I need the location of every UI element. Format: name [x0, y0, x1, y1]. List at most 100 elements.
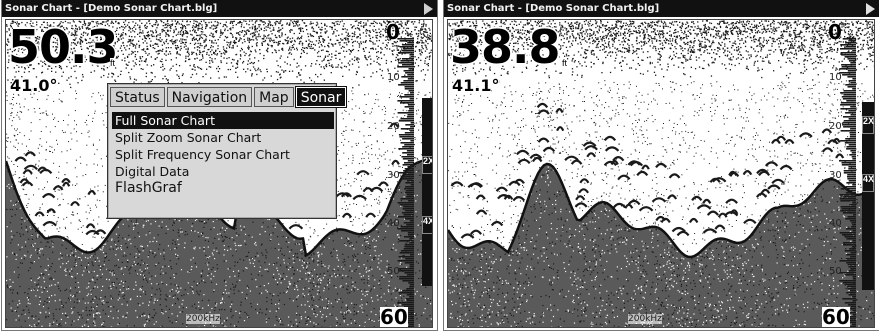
surface-clutter [310, 21, 312, 23]
bottom-speckle [254, 259, 256, 261]
surface-clutter [120, 45, 122, 47]
title-bar[interactable]: Sonar Chart - [Demo Sonar Chart.blg] [2, 0, 437, 17]
surface-clutter [212, 33, 214, 35]
surface-clutter [223, 76, 225, 78]
bottom-speckle [343, 243, 346, 245]
bottom-speckle [296, 296, 298, 298]
bottom-speckle [351, 244, 353, 246]
surface-clutter [195, 52, 197, 55]
bottom-speckle [333, 285, 335, 287]
bottom-speckle [102, 246, 104, 248]
surface-clutter [251, 26, 253, 28]
bottom-speckle [350, 242, 352, 244]
sonar-display[interactable]: 50.3 ft 41.0° 0 10 20 30 40 50 60 200kHz… [5, 19, 433, 328]
surface-clutter [285, 70, 287, 72]
surface-clutter [364, 24, 366, 26]
surface-clutter [262, 40, 264, 43]
bottom-speckle [403, 196, 405, 198]
bottom-speckle [336, 327, 337, 328]
surface-clutter [236, 66, 239, 68]
bottom-speckle [100, 267, 102, 269]
bottom-speckle [417, 224, 419, 226]
surface-clutter [293, 32, 295, 35]
bottom-speckle [102, 303, 104, 305]
bottom-speckle [341, 266, 343, 268]
surface-clutter [117, 55, 119, 57]
surface-clutter [245, 71, 247, 73]
surface-clutter [163, 68, 166, 70]
bottom-speckle [29, 267, 31, 269]
surface-clutter [192, 68, 194, 70]
bottom-speckle [171, 322, 173, 324]
surface-clutter [205, 35, 208, 38]
bottom-speckle [176, 284, 178, 286]
bottom-speckle [62, 312, 64, 315]
surface-clutter [266, 37, 268, 39]
surface-clutter [298, 72, 300, 74]
bottom-speckle [308, 274, 310, 276]
surface-clutter [424, 30, 426, 33]
surface-clutter [373, 30, 375, 32]
bottom-speckle [357, 310, 359, 313]
bottom-speckle [326, 284, 328, 286]
surface-clutter [197, 27, 199, 29]
bottom-speckle [287, 237, 289, 239]
bottom-speckle [45, 245, 47, 247]
surface-clutter [347, 32, 349, 34]
surface-clutter [424, 35, 426, 37]
surface-clutter [286, 23, 288, 25]
bottom-speckle [398, 238, 400, 240]
surface-clutter [428, 58, 431, 60]
bottom-speckle [244, 233, 247, 235]
surface-clutter [300, 40, 302, 42]
bottom-speckle [309, 278, 311, 280]
bottom-speckle [258, 260, 260, 262]
bottom-speckle [352, 281, 354, 283]
surface-clutter [201, 28, 203, 30]
surface-clutter [235, 71, 237, 73]
bottom-speckle [34, 281, 36, 283]
bottom-speckle [364, 321, 366, 323]
bottom-speckle [31, 326, 33, 327]
surface-clutter [217, 70, 219, 73]
water-noise [66, 162, 68, 164]
bottom-speckle [18, 315, 20, 317]
bottom-speckle [89, 256, 91, 258]
bottom-speckle [189, 271, 191, 273]
surface-clutter [120, 34, 122, 37]
surface-clutter [430, 51, 432, 54]
bottom-speckle [301, 248, 303, 250]
surface-clutter [160, 50, 162, 52]
surface-clutter [111, 76, 113, 78]
surface-clutter [327, 59, 329, 62]
bottom-speckle [157, 234, 159, 236]
bottom-speckle [78, 316, 81, 318]
bottom-speckle [368, 275, 370, 277]
surface-clutter [143, 35, 145, 37]
bottom-speckle [226, 227, 228, 229]
surface-clutter [68, 77, 70, 79]
surface-clutter [162, 63, 164, 66]
bottom-speckle [377, 266, 379, 268]
bottom-speckle [343, 321, 345, 323]
bottom-speckle [370, 297, 373, 299]
surface-clutter [392, 45, 394, 47]
bottom-speckle [266, 291, 268, 293]
bottom-speckle [261, 252, 263, 254]
play-arrow-icon[interactable] [424, 3, 433, 15]
surface-clutter [308, 45, 310, 48]
bottom-speckle [91, 255, 93, 257]
bottom-speckle [234, 286, 236, 288]
surface-clutter [312, 22, 314, 24]
surface-clutter [196, 54, 198, 56]
surface-clutter [368, 51, 370, 53]
bottom-speckle [226, 292, 228, 294]
surface-clutter [297, 25, 299, 27]
surface-clutter [128, 39, 130, 41]
bottom-speckle [135, 223, 137, 225]
surface-clutter [148, 37, 151, 40]
bottom-speckle [118, 322, 120, 324]
surface-clutter [278, 27, 280, 29]
bottom-speckle [235, 250, 237, 252]
surface-clutter [341, 33, 343, 35]
